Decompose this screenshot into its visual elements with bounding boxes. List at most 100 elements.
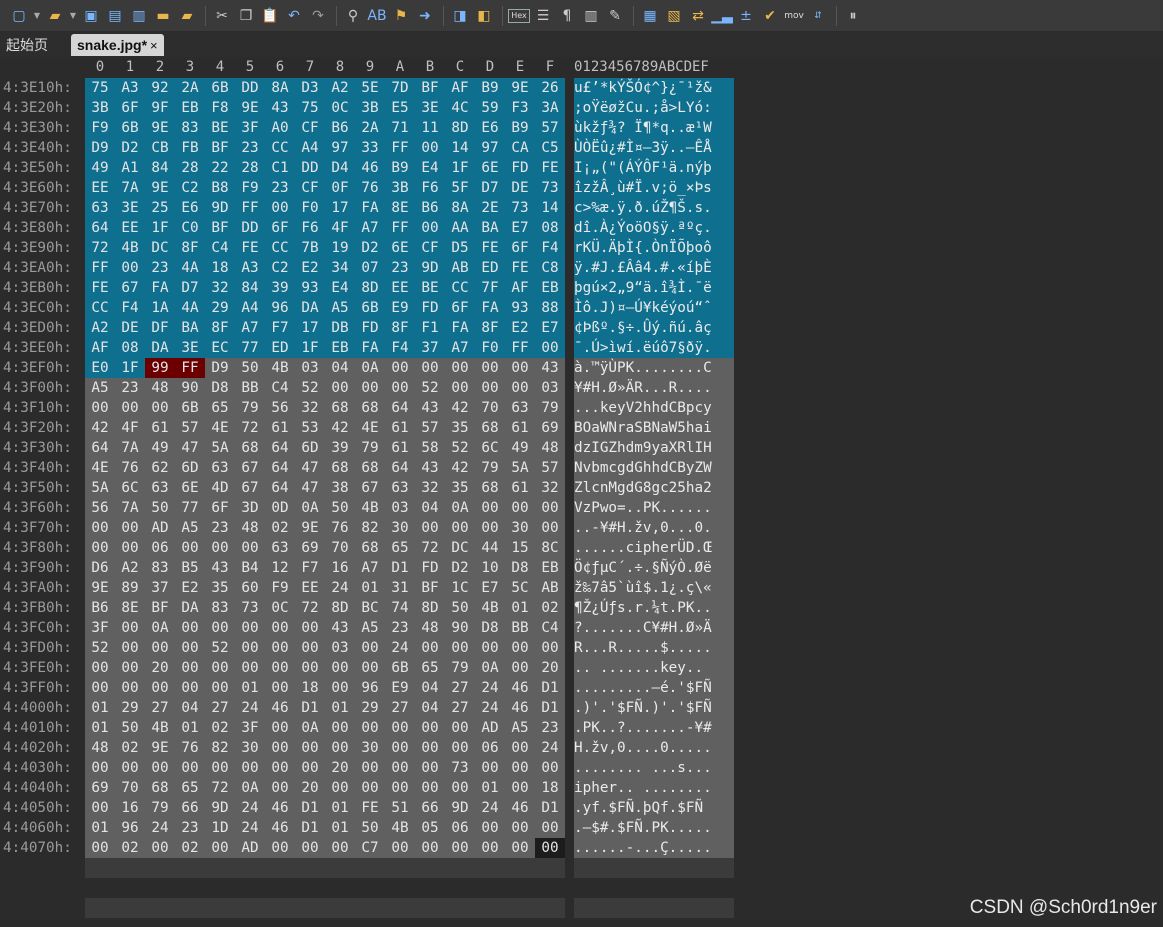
hex-byte[interactable]: D6 — [85, 558, 115, 578]
ascii-text[interactable]: ¶Ž¿Úƒs.r.¼t.PK.. — [574, 598, 734, 618]
ascii-text[interactable]: ........ ...s... — [574, 758, 734, 778]
save-icon[interactable]: ▣ — [80, 5, 102, 27]
hex-byte[interactable]: 00 — [535, 638, 565, 658]
hex-byte[interactable]: 48 — [415, 618, 445, 638]
hex-byte[interactable]: 8D — [355, 278, 385, 298]
hex-byte[interactable]: 6D — [295, 438, 325, 458]
hex-byte[interactable]: FF — [235, 198, 265, 218]
hex-byte[interactable]: D2 — [445, 558, 475, 578]
hex-byte[interactable]: 18 — [295, 678, 325, 698]
hex-byte[interactable]: A5 — [355, 618, 385, 638]
hex-byte[interactable]: 00 — [175, 678, 205, 698]
hex-byte[interactable]: 6B — [115, 118, 145, 138]
ascii-text[interactable]: Ö¢ƒµC´.÷.§ÑýÒ.Øë — [574, 558, 734, 578]
hex-byte[interactable]: 02 — [175, 838, 205, 858]
hex-byte[interactable]: 46 — [355, 158, 385, 178]
hex-byte[interactable]: 49 — [505, 438, 535, 458]
ascii-text[interactable]: u£’*kÝŠÓ¢^}¿¯¹ž& — [574, 78, 734, 98]
hex-byte[interactable]: 17 — [325, 198, 355, 218]
hex-byte[interactable]: 72 — [415, 538, 445, 558]
hex-byte[interactable]: 65 — [385, 538, 415, 558]
hex-byte[interactable]: 00 — [85, 518, 115, 538]
folder-icon[interactable]: ▬ — [152, 5, 174, 27]
hex-byte[interactable]: 88 — [535, 298, 565, 318]
hex-byte[interactable]: 63 — [505, 398, 535, 418]
hex-byte[interactable]: C2 — [175, 178, 205, 198]
hex-byte[interactable]: C7 — [355, 838, 385, 858]
hex-byte[interactable]: 00 — [445, 838, 475, 858]
hex-byte[interactable]: 02 — [115, 838, 145, 858]
folder-open-icon[interactable]: ▰ — [176, 5, 198, 27]
hex-byte[interactable]: 42 — [445, 398, 475, 418]
math-icon[interactable]: ± — [735, 5, 757, 27]
hex-byte[interactable]: 7F — [475, 278, 505, 298]
hex-byte[interactable]: BC — [355, 598, 385, 618]
hex-byte[interactable]: CC — [445, 278, 475, 298]
hex-byte[interactable]: 84 — [145, 158, 175, 178]
hex-byte[interactable]: B6 — [415, 198, 445, 218]
hex-byte[interactable]: EE — [385, 278, 415, 298]
hex-byte[interactable]: BA — [475, 218, 505, 238]
hex-byte[interactable]: BE — [415, 278, 445, 298]
ascii-text[interactable]: .PK..?.......-¥# — [574, 718, 734, 738]
hex-byte[interactable]: 58 — [415, 438, 445, 458]
hex-byte[interactable]: 50 — [235, 358, 265, 378]
hex-byte[interactable]: 00 — [295, 658, 325, 678]
hex-byte[interactable]: 06 — [475, 738, 505, 758]
hex-byte[interactable]: 15 — [505, 538, 535, 558]
hex-byte[interactable]: 97 — [475, 138, 505, 158]
close-icon[interactable]: × — [150, 38, 158, 53]
hex-byte[interactable]: E2 — [175, 578, 205, 598]
hex-byte[interactable]: 63 — [145, 478, 175, 498]
hex-byte[interactable]: 00 — [235, 758, 265, 778]
hex-byte[interactable]: FD — [505, 158, 535, 178]
hex-byte[interactable]: 00 — [145, 398, 175, 418]
hex-byte[interactable]: 00 — [385, 758, 415, 778]
hex-byte[interactable]: 61 — [145, 418, 175, 438]
hex-byte[interactable]: 7B — [295, 238, 325, 258]
hex-byte[interactable]: 57 — [415, 418, 445, 438]
hex-byte[interactable]: 47 — [175, 438, 205, 458]
hex-byte[interactable]: C4 — [265, 378, 295, 398]
hex-byte[interactable]: D4 — [325, 158, 355, 178]
hex-byte[interactable]: 24 — [535, 738, 565, 758]
ascii-text[interactable]: ¥#H.Ø»ÄR...R.... — [574, 378, 734, 398]
hex-byte[interactable]: C4 — [535, 618, 565, 638]
hex-byte[interactable]: 65 — [205, 398, 235, 418]
hex-byte[interactable]: 79 — [445, 658, 475, 678]
hex-byte[interactable]: 1F — [145, 218, 175, 238]
hex-byte[interactable]: 38 — [325, 478, 355, 498]
hex-byte[interactable]: 20 — [325, 758, 355, 778]
hex-byte[interactable]: 08 — [535, 218, 565, 238]
hex-byte[interactable]: C0 — [175, 218, 205, 238]
hex-byte[interactable]: 00 — [505, 638, 535, 658]
hex-byte[interactable]: 33 — [355, 138, 385, 158]
replace-icon[interactable]: AB — [366, 5, 388, 27]
hex-byte[interactable]: AB — [445, 258, 475, 278]
hex-byte[interactable]: 28 — [235, 158, 265, 178]
hex-byte[interactable]: 68 — [475, 478, 505, 498]
hex-byte[interactable]: 6B — [205, 78, 235, 98]
compare-2-icon[interactable]: ◧ — [473, 5, 495, 27]
hex-byte[interactable]: 06 — [445, 818, 475, 838]
ascii-text[interactable]: ......-...Ç..... — [574, 838, 734, 858]
hex-byte[interactable]: 6B — [355, 298, 385, 318]
hex-byte[interactable]: B4 — [235, 558, 265, 578]
hex-byte[interactable]: 68 — [355, 458, 385, 478]
hex-byte[interactable]: 79 — [475, 458, 505, 478]
redo-icon[interactable]: ↷ — [307, 5, 329, 27]
hex-byte[interactable]: A0 — [265, 118, 295, 138]
hex-byte[interactable]: 00 — [505, 358, 535, 378]
ascii-text[interactable]: îzžÂ¸ù#Ï.v;ö_×Þs — [574, 178, 734, 198]
hex-byte[interactable]: DF — [145, 318, 175, 338]
hex-byte[interactable]: 24 — [475, 698, 505, 718]
hex-byte[interactable]: 5E — [355, 78, 385, 98]
hex-byte[interactable]: 00 — [415, 718, 445, 738]
hex-byte[interactable]: B6 — [85, 598, 115, 618]
hex-byte[interactable]: 32 — [205, 278, 235, 298]
hex-byte[interactable]: 84 — [235, 278, 265, 298]
hex-byte[interactable]: 00 — [415, 218, 445, 238]
hex-byte[interactable]: 93 — [295, 278, 325, 298]
hex-byte[interactable]: 57 — [175, 418, 205, 438]
hex-byte[interactable]: 6B — [175, 398, 205, 418]
